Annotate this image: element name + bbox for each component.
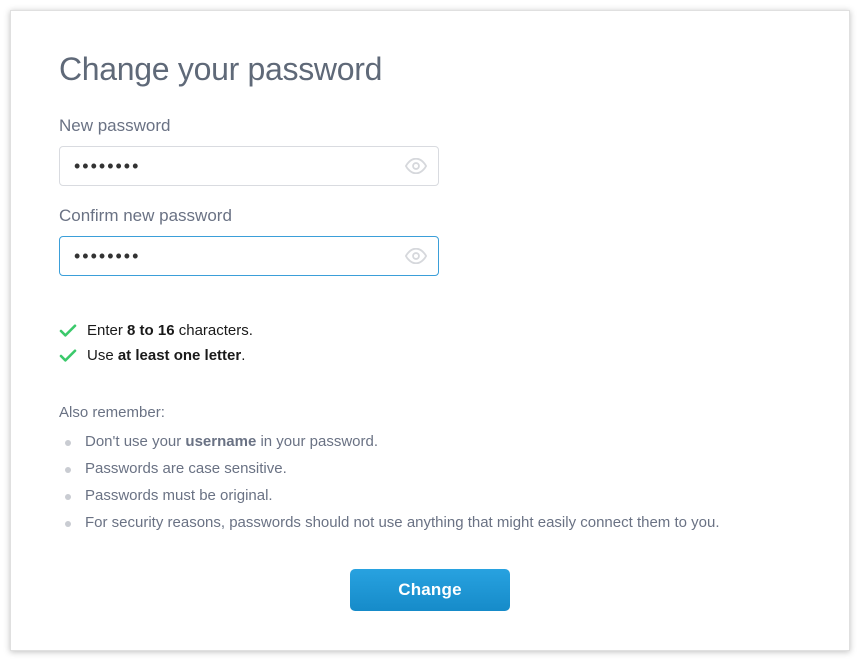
button-row: Change — [59, 569, 801, 611]
page-title: Change your password — [59, 51, 801, 88]
bullet-icon — [65, 494, 71, 500]
new-password-label: New password — [59, 116, 801, 136]
eye-icon[interactable] — [405, 248, 427, 264]
remember-section: Also remember: Don't use your username i… — [59, 404, 801, 531]
confirm-password-group: Confirm new password — [59, 206, 801, 276]
tip-security: For security reasons, passwords should n… — [59, 514, 801, 531]
tip-case: Passwords are case sensitive. — [59, 460, 801, 477]
eye-icon[interactable] — [405, 158, 427, 174]
password-rules: Enter 8 to 16 characters. Use at least o… — [59, 322, 801, 364]
new-password-input-wrap — [59, 146, 439, 186]
bullet-icon — [65, 467, 71, 473]
new-password-input[interactable] — [59, 146, 439, 186]
rule-length-text: Enter 8 to 16 characters. — [87, 322, 253, 339]
bullet-icon — [65, 440, 71, 446]
tip-original: Passwords must be original. — [59, 487, 801, 504]
change-button[interactable]: Change — [350, 569, 510, 611]
change-password-card: Change your password New password Confir… — [10, 10, 850, 651]
check-icon — [59, 349, 77, 363]
bullet-icon — [65, 521, 71, 527]
confirm-password-label: Confirm new password — [59, 206, 801, 226]
new-password-group: New password — [59, 116, 801, 186]
rule-letter-text: Use at least one letter. — [87, 347, 245, 364]
tip-username: Don't use your username in your password… — [59, 433, 801, 450]
check-icon — [59, 324, 77, 338]
rule-letter: Use at least one letter. — [59, 347, 801, 364]
confirm-password-input-wrap — [59, 236, 439, 276]
confirm-password-input[interactable] — [59, 236, 439, 276]
tip-list: Don't use your username in your password… — [59, 433, 801, 531]
remember-heading: Also remember: — [59, 404, 801, 421]
rule-length: Enter 8 to 16 characters. — [59, 322, 801, 339]
